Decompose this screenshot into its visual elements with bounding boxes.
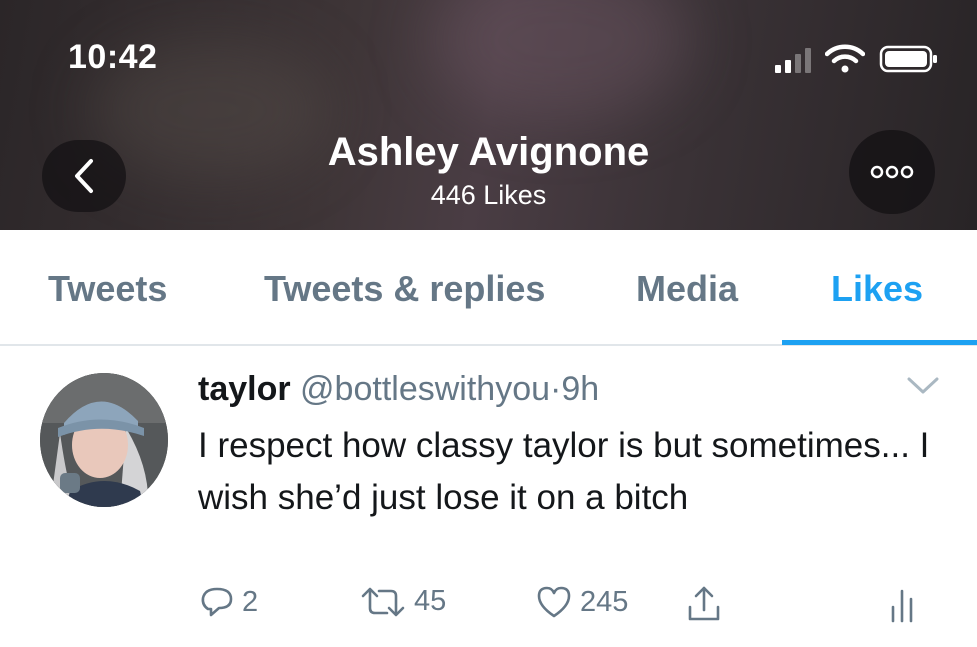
tweet-separator: · — [550, 370, 562, 408]
tweet-author-handle[interactable]: @bottleswithyou — [300, 370, 550, 408]
tweet-author-name[interactable]: taylor — [198, 370, 291, 408]
tab-tweets[interactable]: Tweets — [48, 268, 167, 310]
wifi-icon — [825, 44, 865, 73]
tweet-text: I respect how classy taylor is but somet… — [198, 426, 930, 517]
profile-header: 10:42 Ashley Avignone 446 Likes — [0, 0, 977, 230]
tab-media[interactable]: Media — [636, 268, 738, 310]
caret-down-icon[interactable] — [906, 375, 940, 397]
tweet-actions: 2 45 245 — [198, 585, 958, 629]
signal-icon — [775, 47, 811, 73]
analytics-button[interactable] — [888, 585, 916, 623]
header-background-blur — [430, 0, 690, 120]
like-button[interactable]: 245 — [536, 585, 628, 619]
status-bar-time: 10:42 — [68, 38, 158, 76]
tab-likes[interactable]: Likes — [831, 268, 923, 310]
like-count: 245 — [580, 585, 629, 618]
avatar[interactable] — [40, 373, 168, 507]
battery-icon — [879, 45, 937, 73]
share-icon — [688, 586, 720, 621]
status-bar-icons — [775, 43, 939, 73]
like-heart-icon — [537, 586, 571, 618]
analytics-icon — [891, 589, 913, 623]
retweet-button[interactable]: 45 — [360, 585, 446, 618]
retweet-count: 45 — [414, 585, 447, 617]
active-tab-indicator — [782, 340, 977, 345]
reply-count: 2 — [242, 585, 259, 618]
profile-likes-count: 446 Likes — [430, 180, 547, 210]
retweet-icon — [361, 587, 405, 616]
profile-tabs: Tweets Tweets & replies Media Likes — [0, 230, 977, 346]
avatar-image — [40, 373, 168, 507]
tweet-header: taylor @bottleswithyou·9h — [198, 370, 599, 409]
tab-tweets-and-replies[interactable]: Tweets & replies — [264, 268, 545, 310]
share-button[interactable] — [686, 585, 722, 623]
reply-icon — [201, 587, 233, 617]
profile-name: Ashley Avignone — [327, 130, 650, 174]
more-dots-icon — [870, 165, 914, 179]
more-options-button[interactable] — [849, 130, 935, 214]
tweet-timestamp[interactable]: 9h — [561, 370, 599, 408]
reply-button[interactable]: 2 — [200, 585, 258, 619]
